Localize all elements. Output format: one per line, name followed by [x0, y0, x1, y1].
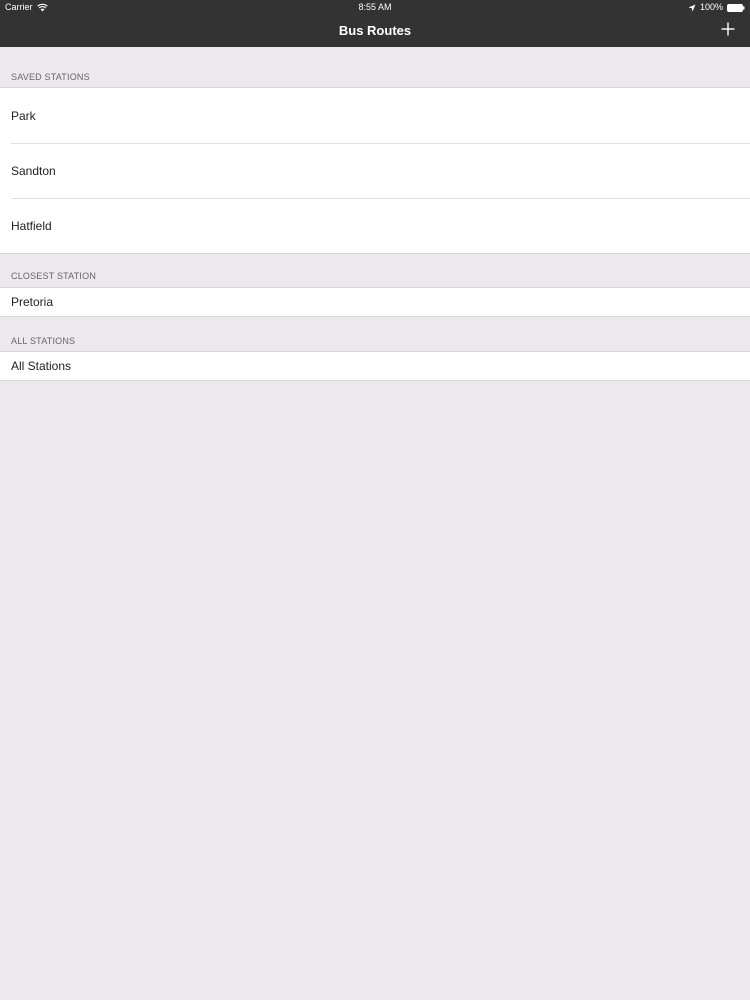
station-label: Pretoria [11, 295, 54, 309]
add-station-button[interactable] [720, 21, 736, 37]
all-stations-row[interactable]: All Stations [0, 352, 750, 380]
status-time: 8:55 AM [358, 2, 392, 12]
all-stations-list: All Stations [0, 351, 750, 381]
station-label: Sandton [11, 163, 56, 178]
battery-icon [727, 3, 745, 12]
location-icon [688, 4, 696, 12]
station-row-pretoria[interactable]: Pretoria [0, 288, 750, 316]
navigation-bar: Carrier 8:55 AM 100% Bus Routes [0, 0, 750, 47]
station-label: Hatfield [11, 218, 52, 233]
status-right: 100% [688, 2, 745, 13]
station-row-hatfield[interactable]: Hatfield [0, 198, 750, 253]
station-row-sandton[interactable]: Sandton [0, 143, 750, 198]
station-label: Park [11, 108, 36, 123]
plus-icon [721, 22, 735, 36]
closest-station-list: Pretoria [0, 287, 750, 317]
section-header-closest-station: CLOSEST STATION [11, 271, 97, 281]
saved-stations-list: Park Sandton Hatfield [0, 87, 750, 254]
station-label: All Stations [11, 359, 72, 373]
page-title: Bus Routes [338, 23, 412, 38]
section-header-saved-stations: SAVED STATIONS [11, 72, 90, 82]
station-row-park[interactable]: Park [0, 88, 750, 143]
section-header-all-stations: ALL STATIONS [11, 336, 76, 346]
battery-percent: 100% [699, 2, 723, 12]
